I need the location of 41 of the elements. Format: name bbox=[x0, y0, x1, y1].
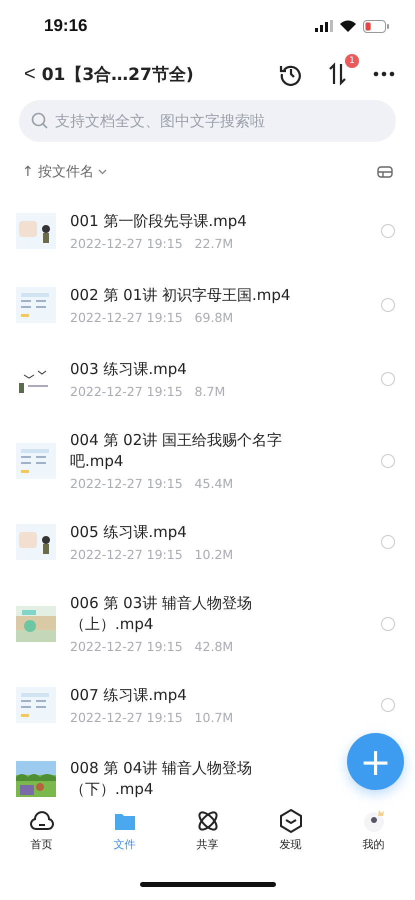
back-button[interactable]: < bbox=[24, 62, 36, 86]
file-meta: 2022-12-27 19:15 10.7M bbox=[70, 710, 234, 725]
tab-bar-item[interactable]: 首页 bbox=[0, 808, 83, 868]
file-name[interactable]: 008 第 04讲 辅音人物登场（下）.mp4 bbox=[70, 758, 310, 800]
select-checkbox[interactable] bbox=[381, 454, 395, 468]
file-name[interactable]: 004 第 02讲 国王给我赐个名字吧.mp4 bbox=[70, 430, 310, 472]
signal-icon bbox=[315, 20, 333, 32]
file-name[interactable]: 006 第 03讲 辅音人物登场（上）.mp4 bbox=[70, 593, 310, 635]
select-checkbox[interactable] bbox=[381, 224, 395, 238]
file-meta: 2022-12-27 19:15 42.8M bbox=[70, 639, 234, 654]
file-meta: 2022-12-27 19:15 45.4M bbox=[70, 476, 234, 491]
tab-bar-item[interactable]: 我的 bbox=[332, 808, 415, 868]
file-meta: 2022-12-27 19:15 10.2M bbox=[70, 547, 234, 562]
file-name[interactable]: 001 第一阶段先导课.mp4 bbox=[70, 211, 310, 232]
file-name[interactable]: 003 练习课.mp4 bbox=[70, 359, 310, 380]
battery-icon bbox=[363, 20, 389, 32]
file-name[interactable]: 005 练习课.mp4 bbox=[70, 522, 310, 543]
status-time: 19:16 bbox=[44, 16, 88, 36]
file-meta: 2022-12-27 19:15 69.8M bbox=[70, 310, 234, 325]
select-checkbox[interactable] bbox=[381, 616, 395, 630]
sort-button[interactable] bbox=[327, 62, 349, 86]
view-toggle-icon[interactable] bbox=[377, 166, 393, 178]
more-button[interactable] bbox=[373, 71, 395, 77]
select-checkbox[interactable] bbox=[381, 372, 395, 386]
tab-bar-item[interactable]: 共享 bbox=[166, 808, 249, 868]
select-checkbox[interactable] bbox=[381, 535, 395, 549]
hexagon-icon bbox=[278, 808, 304, 834]
file-name[interactable]: 002 第 01讲 初识字母王国.mp4 bbox=[70, 285, 310, 306]
select-checkbox[interactable] bbox=[381, 698, 395, 712]
search-icon bbox=[31, 112, 48, 129]
caret-icon bbox=[98, 169, 108, 175]
sort-by-name-button[interactable]: ↑ 按文件名 bbox=[22, 163, 108, 181]
search-field[interactable]: 支持文档全文、图中文字搜索啦 bbox=[19, 100, 396, 142]
file-name[interactable]: 007 练习课.mp4 bbox=[70, 685, 310, 706]
file-meta: 2022-12-27 19:15 22.7M bbox=[70, 236, 234, 251]
wifi-icon bbox=[340, 20, 356, 32]
file-meta: 2022-12-27 19:15 8.7M bbox=[70, 384, 226, 399]
folder-title: 01【3合…27节全) bbox=[42, 64, 195, 86]
tab-bar-item[interactable]: 发现 bbox=[249, 808, 332, 868]
notification-badge: 1 bbox=[345, 54, 359, 68]
select-checkbox[interactable] bbox=[381, 298, 395, 312]
